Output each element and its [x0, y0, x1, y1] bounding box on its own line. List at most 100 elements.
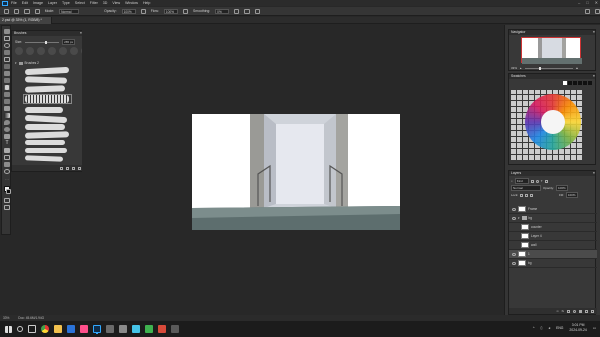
document-canvas[interactable] — [192, 114, 400, 230]
visibility-eye-icon[interactable] — [512, 216, 516, 220]
visibility-eye-icon[interactable] — [512, 252, 516, 256]
smoothing-field[interactable]: 0% — [215, 8, 230, 14]
menu-layer[interactable]: Layer — [48, 1, 57, 5]
new-brush-icon[interactable] — [72, 166, 75, 170]
brush-stroke-preview[interactable] — [25, 124, 65, 130]
brush-tool-icon[interactable] — [4, 85, 10, 90]
app-icon[interactable] — [67, 325, 75, 333]
app-icon[interactable] — [80, 325, 88, 333]
filter-shape-icon[interactable] — [544, 179, 548, 183]
background-color-swatch[interactable] — [6, 189, 11, 194]
layer-row[interactable]: ▾ bg — [509, 214, 597, 223]
frame-tool-icon[interactable] — [4, 64, 10, 69]
hand-tool-icon[interactable] — [4, 162, 10, 167]
recent-color-swatch[interactable] — [568, 81, 572, 85]
maximize-icon[interactable]: □ — [586, 0, 588, 5]
navigator-thumbnail[interactable] — [521, 37, 582, 64]
layer-row[interactable]: wall — [509, 241, 597, 250]
navigator-zoom-slider[interactable] — [524, 66, 573, 70]
move-tool-icon[interactable] — [4, 29, 10, 34]
menu-3d[interactable]: 3D — [103, 1, 108, 5]
brush-stroke-preview[interactable] — [24, 131, 70, 139]
filter-adjustment-icon[interactable] — [535, 179, 539, 183]
layer-name[interactable]: bg — [528, 261, 532, 265]
app-icon[interactable] — [171, 325, 179, 333]
menu-type[interactable]: Type — [62, 1, 70, 5]
layer-row[interactable]: Layer 4 — [509, 232, 597, 241]
document-tab[interactable]: 2.psd @ 33% (1, RGB/8) * — [0, 17, 52, 24]
brush-group-row[interactable]: ▾ Brushes 2 — [15, 61, 39, 65]
status-doc-info[interactable]: Doc: 45.6M/1.94G — [18, 316, 44, 320]
dodge-tool-icon[interactable] — [4, 127, 10, 132]
menu-help[interactable]: Help — [143, 1, 150, 5]
brush-tool-icon[interactable] — [14, 8, 20, 14]
menu-view[interactable]: View — [112, 1, 120, 5]
layer-name[interactable]: Frame — [528, 207, 537, 211]
layer-filter-select[interactable]: Kind — [514, 178, 529, 184]
menu-select[interactable]: Select — [75, 1, 85, 5]
toggle-brush-panel-icon[interactable] — [34, 8, 40, 14]
healing-brush-tool-icon[interactable] — [4, 78, 10, 83]
search-icon[interactable] — [17, 326, 23, 332]
add-mask-icon[interactable] — [567, 309, 570, 313]
swatch-grid[interactable] — [511, 90, 583, 160]
link-layers-icon[interactable]: ∞ — [557, 309, 559, 313]
adjustment-layer-icon[interactable] — [573, 309, 576, 313]
marquee-tool-icon[interactable] — [4, 36, 10, 41]
windows-start-icon[interactable] — [5, 325, 12, 333]
mode-select[interactable]: Normal — [59, 8, 80, 14]
app-icon[interactable] — [158, 325, 166, 333]
recent-brush[interactable] — [37, 47, 45, 55]
filter-type-icon[interactable]: T — [541, 179, 543, 183]
layer-opacity-field[interactable]: 100% — [556, 185, 568, 191]
rectangle-tool-icon[interactable] — [4, 155, 10, 160]
eraser-tool-icon[interactable] — [4, 106, 10, 111]
history-brush-tool-icon[interactable] — [4, 99, 10, 104]
pressure-opacity-icon[interactable] — [140, 8, 146, 14]
navigator-zoom-value[interactable]: 33% — [511, 66, 517, 70]
menu-edit[interactable]: Edit — [22, 1, 28, 5]
size-slider[interactable] — [25, 40, 60, 44]
menu-window[interactable]: Window — [125, 1, 138, 5]
airbrush-icon[interactable] — [182, 8, 189, 14]
layer-row[interactable]: counter — [509, 223, 597, 232]
preview-toggle-icon[interactable] — [60, 166, 63, 170]
flow-field[interactable]: 100% — [163, 8, 178, 14]
gear-icon[interactable] — [234, 8, 240, 14]
volume-icon[interactable]: ◂ — [548, 326, 550, 330]
angle-icon[interactable] — [244, 8, 250, 14]
new-layer-icon[interactable] — [585, 309, 588, 313]
menu-image[interactable]: Image — [33, 1, 43, 5]
brush-stroke-preview[interactable] — [24, 155, 64, 162]
search-icon[interactable] — [584, 8, 590, 14]
blur-tool-icon[interactable] — [4, 120, 10, 125]
new-group-icon[interactable] — [579, 309, 582, 313]
app-icon[interactable] — [145, 325, 153, 333]
recent-color-swatch[interactable] — [588, 81, 592, 85]
quick-select-tool-icon[interactable] — [4, 50, 10, 55]
photoshop-taskbar-icon[interactable] — [93, 325, 101, 333]
minimize-icon[interactable]: – — [578, 0, 580, 5]
chrome-icon[interactable] — [41, 325, 49, 333]
zoom-tool-icon[interactable] — [4, 169, 10, 174]
recent-brush[interactable] — [26, 47, 34, 55]
layer-name[interactable]: Layer 4 — [531, 234, 542, 238]
brush-stroke-preview[interactable] — [24, 85, 66, 93]
recent-color-swatch[interactable] — [573, 81, 577, 85]
layer-name[interactable]: 1 — [528, 252, 530, 256]
menu-filter[interactable]: Filter — [90, 1, 98, 5]
panel-menu-icon[interactable]: ≡ — [593, 74, 595, 79]
trash-icon[interactable] — [591, 309, 594, 313]
layer-row[interactable]: Frame — [509, 205, 597, 214]
app-icon[interactable] — [132, 325, 140, 333]
recent-brush[interactable] — [70, 47, 78, 55]
brush-stroke-preview[interactable] — [24, 76, 68, 84]
layer-group-name[interactable]: bg — [529, 216, 533, 220]
visibility-eye-icon[interactable] — [512, 207, 516, 211]
path-selection-tool-icon[interactable] — [4, 148, 10, 153]
brush-stroke-preview[interactable] — [24, 114, 68, 124]
recent-brush[interactable] — [48, 47, 56, 55]
language-indicator[interactable]: ENG — [556, 326, 563, 330]
zoom-in-icon[interactable]: ▲ — [576, 66, 579, 70]
status-zoom[interactable]: 33% — [3, 316, 9, 320]
